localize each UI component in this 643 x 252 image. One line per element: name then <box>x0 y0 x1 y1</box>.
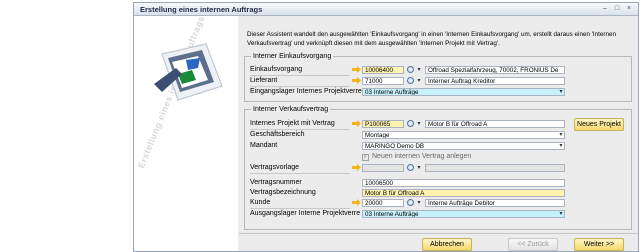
dropdown-arrow-icon[interactable]: ▾ <box>415 77 423 85</box>
neuer-vertrag-label: Neuen internen Vertrag anlegen <box>372 153 472 160</box>
lieferant-label: Lieferant <box>250 77 278 84</box>
lieferant-info: Interner Auftrag Kreditor <box>425 77 565 85</box>
link-arrow-icon[interactable] <box>352 77 361 84</box>
label-underline <box>250 208 350 209</box>
link-arrow-icon[interactable] <box>352 120 361 127</box>
vertragsvorlage-label: Vertragsvorlage <box>250 164 300 171</box>
title-bar[interactable]: Erstellung eines internen Auftrags – □ × <box>134 3 638 16</box>
select-chevron-icon[interactable]: ▾ <box>557 131 565 139</box>
vertragsvorlage-field[interactable] <box>362 164 404 172</box>
vertragsvorlage-info <box>425 164 565 172</box>
choose-from-list-icon[interactable] <box>407 66 414 73</box>
projekt-label: Internes Projekt mit Vertrag <box>250 120 335 127</box>
wizard-window: Erstellung eines internen Auftrags – □ ×… <box>133 2 639 252</box>
dropdown-arrow-icon[interactable]: ▾ <box>415 164 423 172</box>
weiter-button[interactable]: Weiter >> <box>574 238 624 251</box>
footer-separator <box>239 233 638 234</box>
link-arrow-icon[interactable] <box>352 199 361 206</box>
einkaufsvorgang-info: Offroad Spezialfahrzeug, 70002, FRONIUS … <box>425 66 565 74</box>
window-title: Erstellung eines internen Auftrags <box>140 5 263 14</box>
choose-from-list-icon[interactable] <box>407 199 414 206</box>
choose-from-list-icon[interactable] <box>407 164 414 171</box>
lieferant-field[interactable]: 71000 <box>362 77 404 85</box>
geschaeftsbereich-label: Geschäftsbereich <box>250 131 305 138</box>
abbrechen-button[interactable]: Abbrechen <box>422 238 472 251</box>
maximize-button[interactable]: □ <box>612 5 622 13</box>
einkaufsvorgang-field[interactable]: 10006400 <box>362 66 404 74</box>
select-chevron-icon[interactable]: ▾ <box>557 142 565 150</box>
choose-from-list-icon[interactable] <box>407 77 414 84</box>
wizard-description: Dieser Assistent wandelt den ausgewählte… <box>247 31 617 47</box>
mandant-label: Mandant <box>250 142 278 149</box>
ausgangslager-label: Ausgangslager Interne Projektverre <box>250 210 361 217</box>
eingangslager-select[interactable]: 03 Interne Aufträge <box>362 88 565 96</box>
mandant-select[interactable]: MARINGO Demo DB <box>362 142 565 150</box>
kunde-info: Interne Aufträge Debitor <box>425 199 565 207</box>
kunde-label: Kunde <box>250 199 271 206</box>
neues-projekt-button[interactable]: Neues Projekt <box>574 118 624 131</box>
einkauf-legend: Interner Einkaufsvorgang <box>253 53 332 60</box>
ausgangslager-select[interactable]: 03 Interne Aufträge <box>362 210 565 218</box>
select-chevron-icon[interactable]: ▾ <box>557 210 565 218</box>
projekt-field[interactable]: P100065 <box>362 120 404 128</box>
neuer-vertrag-checkbox[interactable]: ✓ <box>362 154 369 161</box>
kunde-field[interactable]: 20000 <box>362 199 404 207</box>
zurueck-button[interactable]: << Zurück <box>508 238 558 251</box>
link-arrow-icon[interactable] <box>352 66 361 73</box>
minimize-button[interactable]: – <box>600 5 610 13</box>
close-button[interactable]: × <box>624 5 634 13</box>
label-underline <box>250 173 350 174</box>
verkauf-legend: Interner Verkaufsvertrag <box>253 106 329 113</box>
vertragsnummer-field[interactable]: 10006500 <box>362 179 565 187</box>
dropdown-arrow-icon[interactable]: ▾ <box>415 199 423 207</box>
choose-from-list-icon[interactable] <box>407 120 414 127</box>
geschaeftsbereich-select[interactable]: Montage <box>362 131 565 139</box>
vertragsnummer-label: Vertragsnummer <box>250 179 302 186</box>
link-arrow-icon[interactable] <box>352 164 361 171</box>
projekt-info: Motor B für Offroad A <box>425 120 565 128</box>
select-chevron-icon[interactable]: ▾ <box>557 88 565 96</box>
eingangslager-label: Eingangslager Internes Projektverrec <box>250 88 366 95</box>
vertragsbezeichnung-label: Vertragsbezeichnung <box>250 189 316 196</box>
dropdown-arrow-icon[interactable]: ▾ <box>415 66 423 74</box>
einkaufsvorgang-label: Einkaufsvorgang <box>250 66 303 73</box>
wizard-logo-icon <box>154 43 223 101</box>
label-underline <box>250 86 350 87</box>
label-underline <box>250 75 350 76</box>
label-underline <box>250 129 350 130</box>
dropdown-arrow-icon[interactable]: ▾ <box>415 120 423 128</box>
vertragsbezeichnung-field[interactable]: Motor B für Offroad A <box>362 189 565 197</box>
wizard-side-panel: Erstellung eines internen Auftrags <box>134 16 238 251</box>
